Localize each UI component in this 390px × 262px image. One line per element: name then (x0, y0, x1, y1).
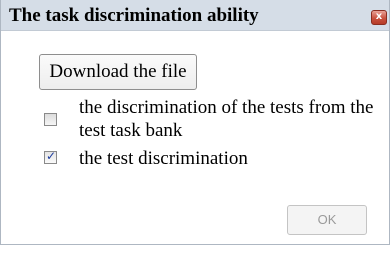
checkbox-test-task-bank-label[interactable]: the discrimination of the tests from the… (79, 96, 379, 142)
title-bar[interactable]: The task discrimination ability x (1, 0, 389, 31)
download-file-button[interactable]: Download the file (39, 54, 197, 90)
checkbox-test-discrimination[interactable]: ✓ (44, 149, 57, 164)
ok-button[interactable]: OK (287, 205, 367, 235)
dialog-window: The task discrimination ability x Downlo… (0, 0, 390, 245)
close-icon: x (375, 11, 383, 22)
checkbox-test-discrimination-label[interactable]: the test discrimination (79, 147, 248, 170)
dialog-title: The task discrimination ability (9, 5, 259, 26)
checkbox-test-task-bank[interactable] (44, 113, 57, 126)
close-button[interactable]: x (371, 10, 387, 25)
checkmark-icon: ✓ (46, 149, 57, 163)
